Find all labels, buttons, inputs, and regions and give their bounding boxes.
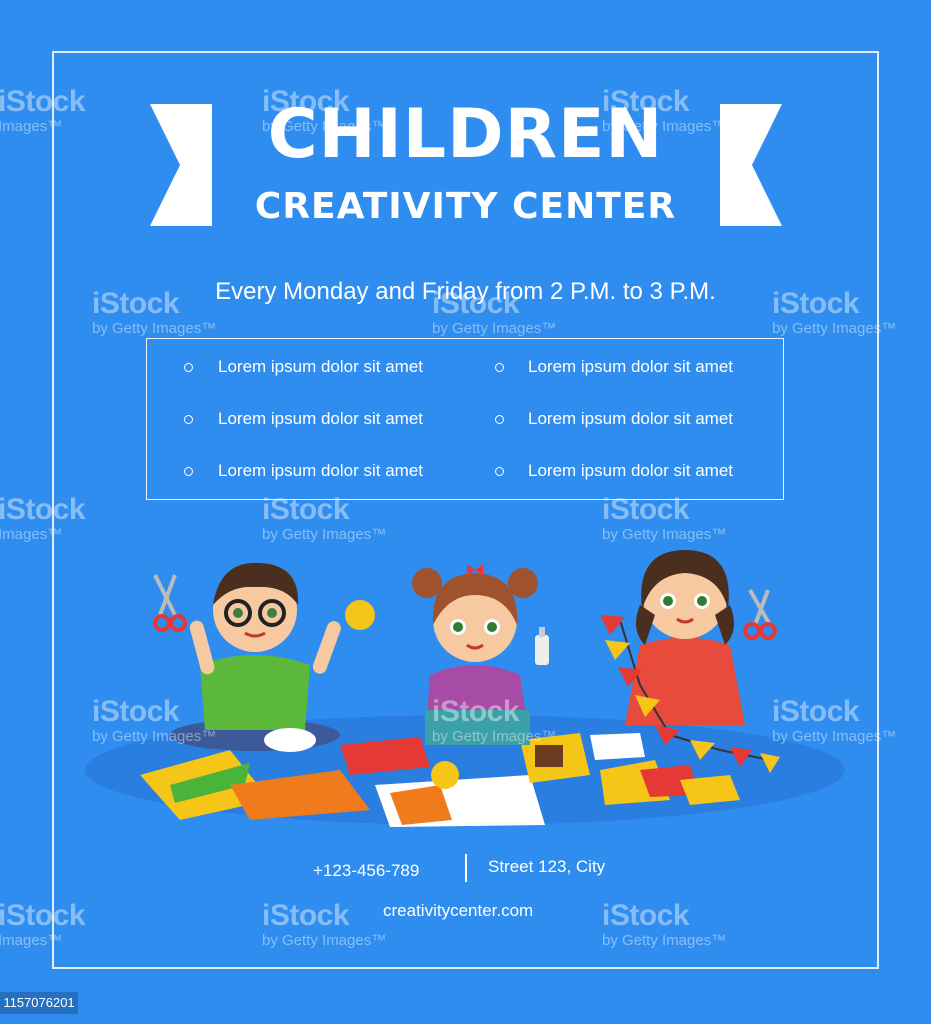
- watermark: iStock by Getty Images™: [772, 695, 897, 746]
- watermark: iStock by Getty Images™: [262, 493, 387, 544]
- address-text: Street 123, City: [488, 857, 606, 876]
- watermark: iStock Images™: [0, 85, 86, 136]
- feature-item: Lorem ipsum dolor sit amet: [218, 461, 424, 480]
- watermark: iStock by Getty Images™: [602, 493, 727, 544]
- image-id-label: 1157076201: [0, 992, 78, 1014]
- page-title: CHILDREN: [267, 95, 664, 174]
- website-link[interactable]: creativitycenter.com: [383, 900, 533, 922]
- watermark: iStock by Getty Images™: [262, 899, 387, 950]
- watermark: iStock Images™: [0, 899, 86, 950]
- feature-item: Lorem ipsum dolor sit amet: [218, 409, 424, 428]
- bullet-icon: [184, 415, 193, 424]
- watermark: iStock by Getty Images™: [92, 695, 217, 746]
- watermark: iStock by Getty Images™: [602, 85, 727, 136]
- watermark: iStock by Getty Images™: [772, 287, 897, 338]
- watermark: iStock by Getty Images™: [432, 287, 557, 338]
- phone-number: +123-456-789: [313, 861, 420, 880]
- contact-divider: [465, 854, 467, 882]
- feature-item: Lorem ipsum dolor sit amet: [528, 461, 734, 480]
- bullet-icon: [495, 467, 504, 476]
- feature-item: Lorem ipsum dolor sit amet: [218, 357, 424, 376]
- page-subtitle: CREATIVITY CENTER: [254, 186, 677, 227]
- watermark: iStock by Getty Images™: [602, 899, 727, 950]
- watermark: iStock by Getty Images™: [262, 85, 387, 136]
- bullet-icon: [495, 363, 504, 372]
- watermark: iStock by Getty Images™: [92, 287, 217, 338]
- bullet-icon: [495, 415, 504, 424]
- feature-item: Lorem ipsum dolor sit amet: [528, 357, 734, 376]
- poster: CHILDREN CREATIVITY CENTER Every Monday …: [0, 0, 931, 1024]
- watermark: iStock by Getty Images™: [432, 695, 557, 746]
- children-crafting-illustration: [80, 535, 860, 835]
- feature-item: Lorem ipsum dolor sit amet: [528, 409, 734, 428]
- bullet-icon: [184, 363, 193, 372]
- bullet-icon: [184, 467, 193, 476]
- watermark: iStock Images™: [0, 493, 86, 544]
